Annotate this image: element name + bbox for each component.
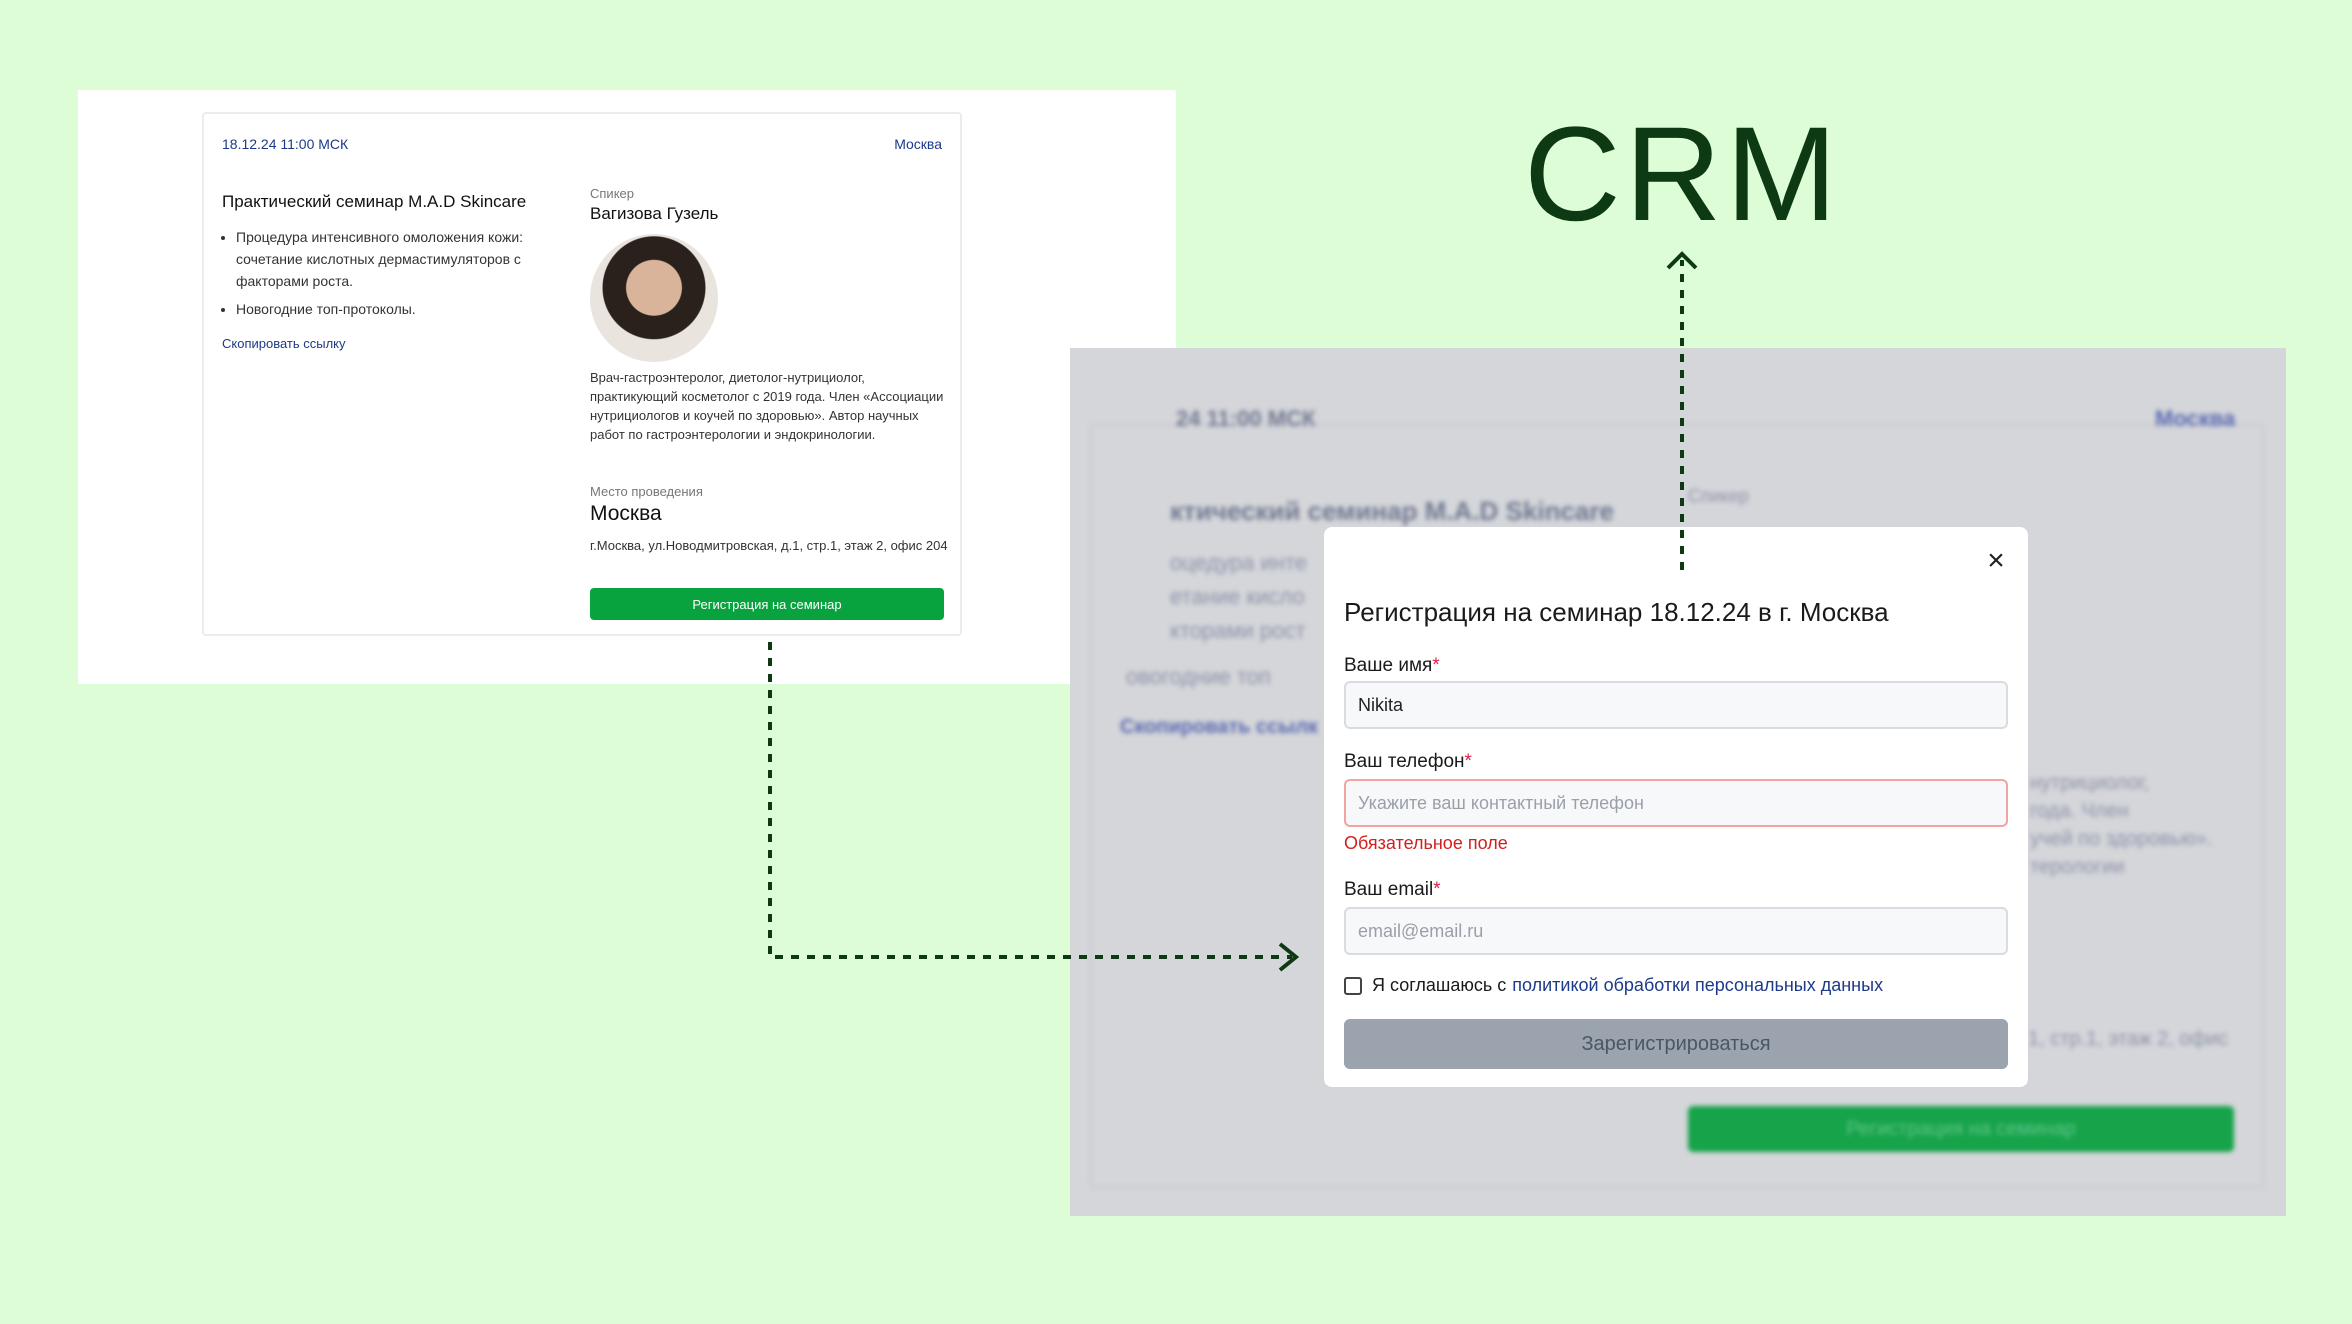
list-item: Процедура интенсивного омоложения кожи: … <box>236 226 588 292</box>
phone-error-text: Обязательное поле <box>1344 833 1508 853</box>
speaker-bio: Врач-гастроэнтеролог, диетолог-нутрициол… <box>590 370 944 442</box>
name-label-text: Ваше имя <box>1344 655 1433 676</box>
privacy-policy-link[interactable]: политикой обработки персональных данных <box>1512 975 1883 996</box>
blurred-bio-line: терологии <box>2030 856 2125 878</box>
required-mark: * <box>1464 751 1472 772</box>
required-mark: * <box>1433 879 1441 900</box>
phone-label-text: Ваш телефон <box>1344 751 1465 772</box>
event-card-screenshot: 18.12.24 11:00 МСК Москва Практический с… <box>78 90 1176 684</box>
crm-label: CRM <box>1524 100 1842 249</box>
event-title: Практический семинар M.A.D Skincare <box>222 192 527 211</box>
city-link[interactable]: Москва <box>894 136 942 152</box>
consent-row: Я соглашаюсь с политикой обработки персо… <box>1344 975 1883 996</box>
blurred-line: оцедура инте <box>1170 550 1308 575</box>
speaker-caption: Спикер <box>590 186 634 201</box>
list-item: Новогодние топ-протоколы. <box>236 298 588 320</box>
modal-title: Регистрация на семинар 18.12.24 в г. Мос… <box>1344 597 1889 627</box>
blurred-copy-link: Скопировать ссылк <box>1120 716 1319 738</box>
blurred-bio-line: нутрициолог, <box>2030 772 2150 794</box>
name-field[interactable] <box>1344 681 2008 729</box>
blurred-bio-line: года. Член <box>2030 800 2129 822</box>
blurred-address: 1, стр.1, этаж 2, офис <box>2028 1028 2229 1050</box>
name-label: Ваше имя* <box>1344 655 1440 677</box>
close-icon[interactable]: × <box>1982 546 2010 576</box>
speaker-name: Вагизова Гузель <box>590 204 719 223</box>
arrowhead-up-icon <box>1666 251 1698 270</box>
event-card: 18.12.24 11:00 МСК Москва Практический с… <box>202 112 962 636</box>
blurred-title: ктический семинар M.A.D Skincare <box>1170 496 1614 526</box>
venue-name: Москва <box>590 502 662 525</box>
speaker-avatar <box>590 234 718 362</box>
phone-label: Ваш телефон* <box>1344 751 1472 773</box>
blurred-line: кторами рост <box>1170 618 1306 643</box>
consent-checkbox[interactable] <box>1344 976 1362 995</box>
email-field[interactable] <box>1344 907 2008 955</box>
venue-caption: Место проведения <box>590 484 703 499</box>
email-label-text: Ваш email <box>1344 879 1434 900</box>
blurred-register-button: Регистрация на семинар <box>1688 1106 2234 1152</box>
blurred-line: етание кисло <box>1170 584 1305 609</box>
copy-link[interactable]: Скопировать ссылку <box>222 336 346 351</box>
register-button[interactable]: Регистрация на семинар <box>590 588 944 620</box>
email-label: Ваш email* <box>1344 879 1441 901</box>
event-date: 18.12.24 11:00 МСК <box>222 136 349 152</box>
submit-button[interactable]: Зарегистрироваться <box>1344 1019 2008 1069</box>
blurred-bio-line: учей по здоровью». <box>2030 828 2213 850</box>
required-mark: * <box>1432 655 1440 676</box>
blurred-date: 24 11:00 МСК <box>1176 406 1316 431</box>
registration-modal: × Регистрация на семинар 18.12.24 в г. М… <box>1324 527 2028 1087</box>
blurred-city: Москва <box>2155 406 2236 431</box>
phone-field[interactable] <box>1344 779 2008 827</box>
event-description-list: Процедура интенсивного омоложения кожи: … <box>222 226 588 326</box>
venue-address: г.Москва, ул.Новодмитровская, д.1, стр.1… <box>590 538 948 553</box>
consent-text: Я соглашаюсь с <box>1372 975 1507 995</box>
blurred-speaker-caption: Спикер <box>1688 486 1749 506</box>
blurred-line: овогодние топ <box>1126 664 1271 689</box>
